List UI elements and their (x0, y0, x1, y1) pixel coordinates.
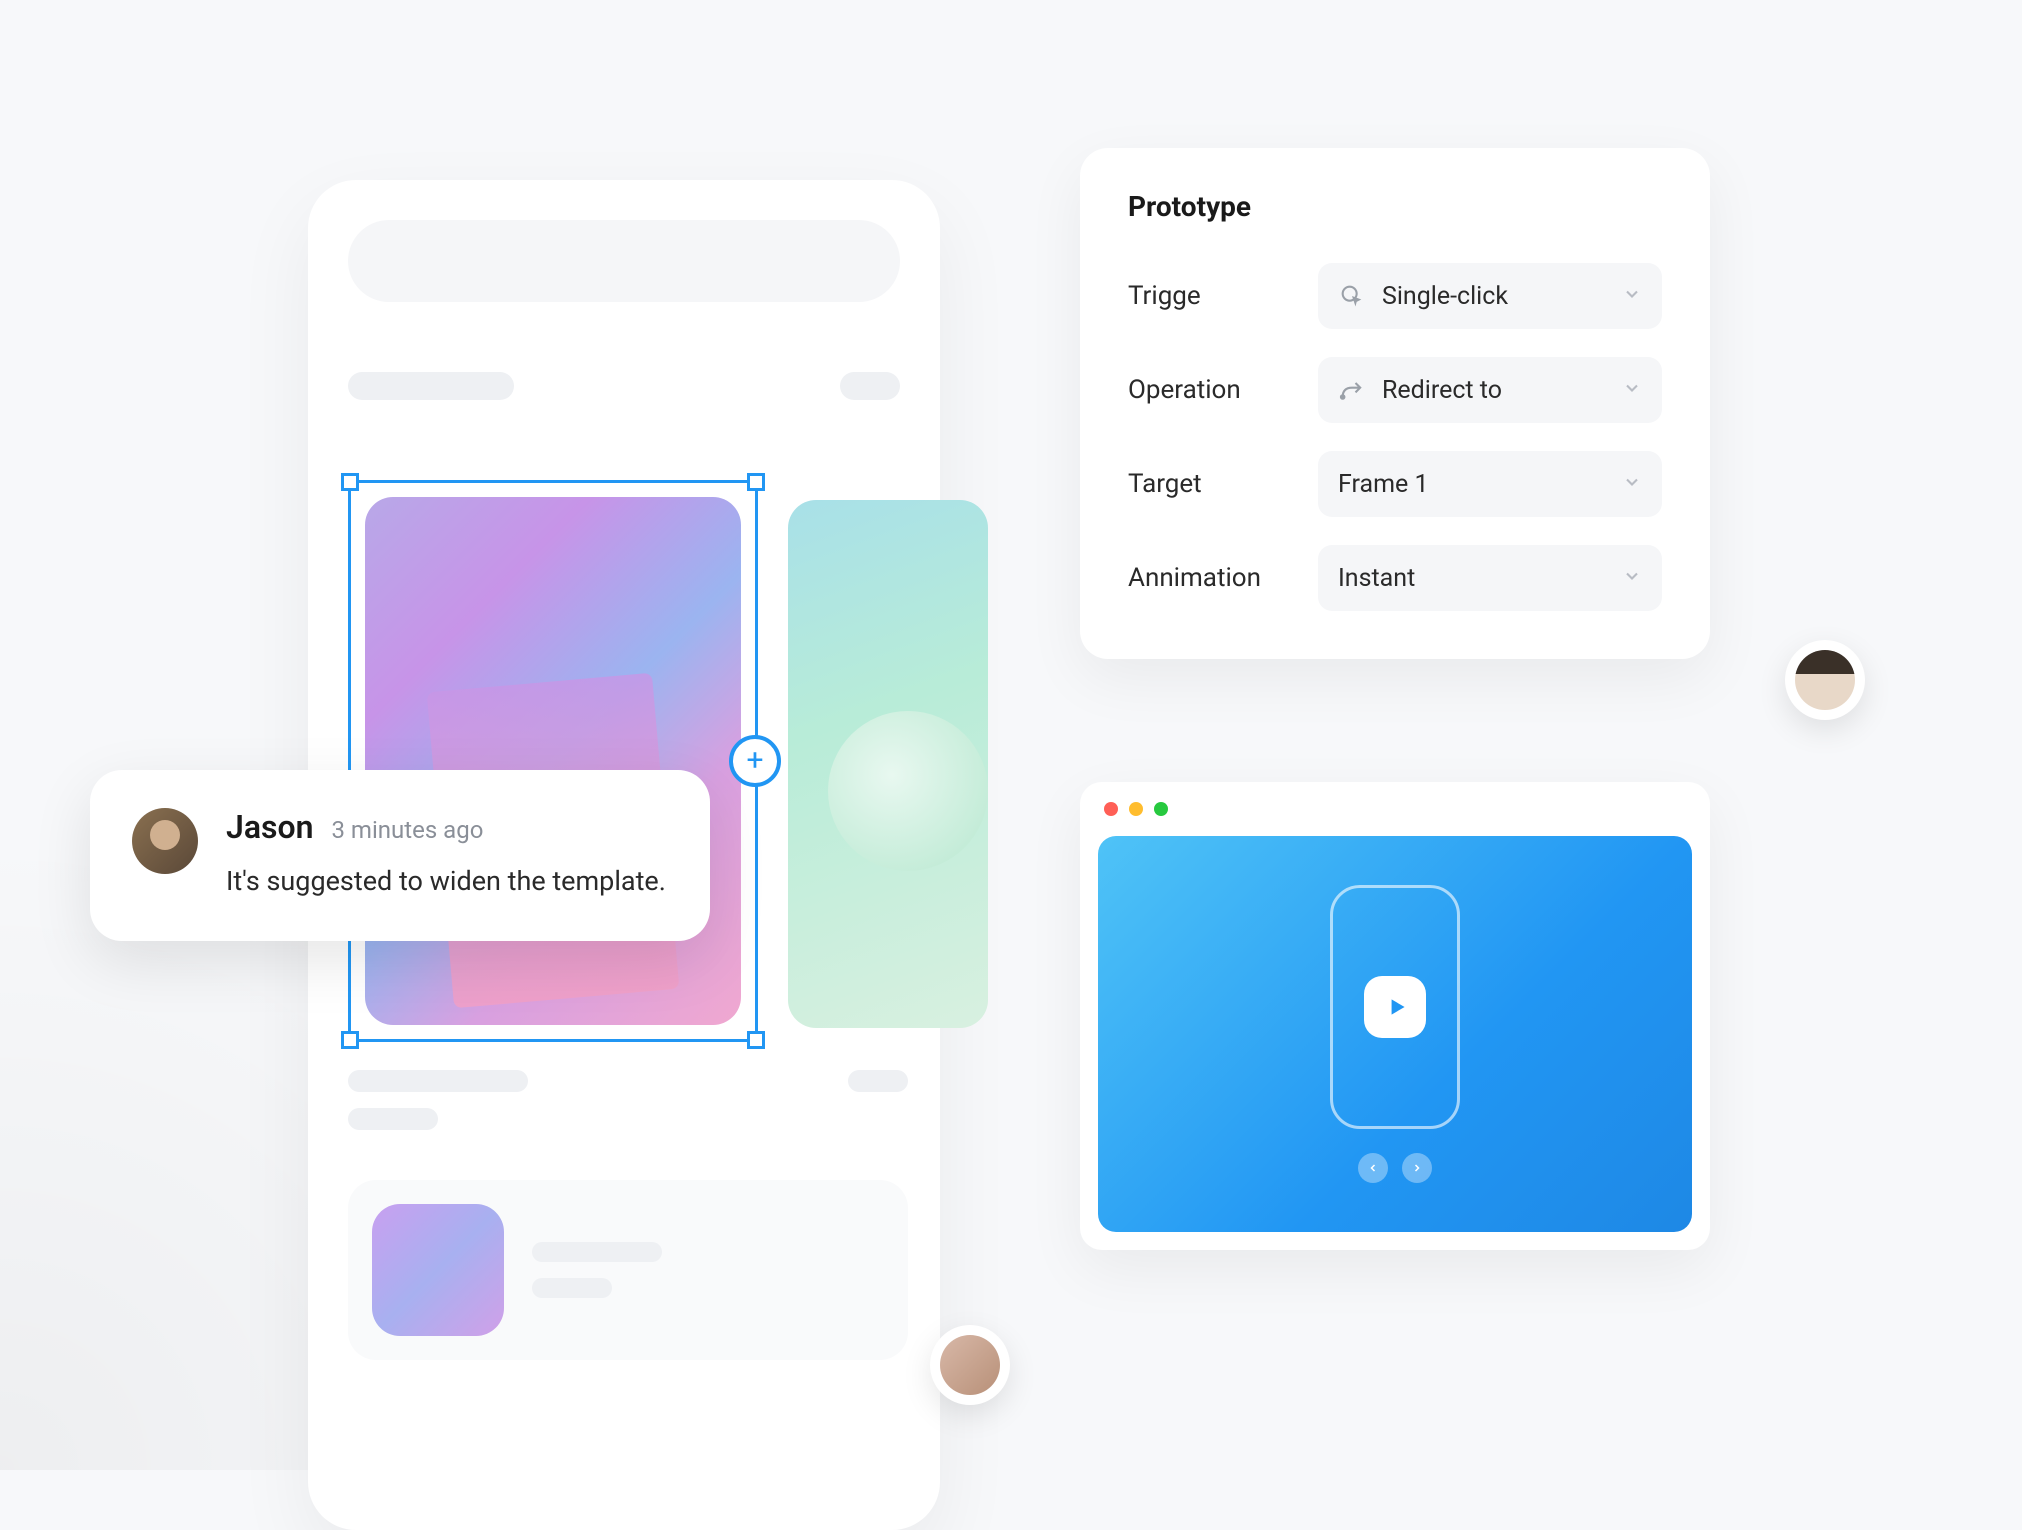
redirect-icon (1338, 376, 1366, 404)
operation-select[interactable]: Redirect to (1318, 357, 1662, 423)
next-button[interactable] (1402, 1153, 1432, 1183)
field-label: Target (1128, 469, 1318, 499)
field-label: Operation (1128, 375, 1318, 405)
device-outline (1330, 885, 1460, 1129)
placeholder-line (848, 1070, 908, 1092)
phone-search-bar[interactable] (348, 220, 900, 302)
placeholder-line (348, 1108, 438, 1130)
window-close-icon[interactable] (1104, 802, 1118, 816)
animation-select[interactable]: Instant (1318, 545, 1662, 611)
cursor-click-icon (1338, 282, 1366, 310)
select-value: Instant (1338, 564, 1606, 593)
placeholder-pill (348, 372, 514, 400)
prototype-row-trigger: Trigge Single-click (1128, 263, 1662, 329)
placeholder-pill (840, 372, 900, 400)
comment-card[interactable]: Jason 3 minutes ago It's suggested to wi… (90, 770, 710, 941)
prototype-row-animation: Annimation Instant (1128, 545, 1662, 611)
selected-frame[interactable] (348, 480, 758, 1042)
placeholder-line (532, 1278, 612, 1298)
comment-text: It's suggested to widen the template. (226, 860, 668, 903)
comment-timestamp: 3 minutes ago (331, 816, 483, 844)
resize-handle-top-left[interactable] (341, 473, 359, 491)
play-button[interactable] (1364, 976, 1426, 1038)
avatar[interactable] (132, 808, 198, 874)
list-item-card[interactable] (348, 1180, 908, 1360)
placeholder-line (348, 1070, 528, 1092)
preview-canvas (1098, 836, 1692, 1232)
placeholder-line (532, 1242, 662, 1262)
window-controls (1080, 782, 1710, 830)
trigger-select[interactable]: Single-click (1318, 263, 1662, 329)
prev-button[interactable] (1358, 1153, 1388, 1183)
add-connection-button[interactable] (729, 735, 781, 787)
chevron-down-icon (1622, 566, 1642, 590)
phone-filter-row (348, 372, 900, 400)
resize-handle-bottom-right[interactable] (747, 1031, 765, 1049)
collaborator-avatar[interactable] (1785, 640, 1865, 720)
comment-author: Jason (226, 808, 313, 846)
select-value: Frame 1 (1338, 470, 1606, 499)
target-select[interactable]: Frame 1 (1318, 451, 1662, 517)
comment-body: Jason 3 minutes ago It's suggested to wi… (226, 808, 668, 903)
collaborator-avatar[interactable] (930, 1325, 1010, 1405)
chevron-down-icon (1622, 284, 1642, 308)
resize-handle-top-right[interactable] (747, 473, 765, 491)
preview-window (1080, 782, 1710, 1250)
field-label: Annimation (1128, 563, 1318, 593)
window-minimize-icon[interactable] (1129, 802, 1143, 816)
prototype-panel: Prototype Trigge Single-click Operation (1080, 148, 1710, 659)
resize-handle-bottom-left[interactable] (341, 1031, 359, 1049)
mini-thumbnail (372, 1204, 504, 1336)
placeholder-meta-row (348, 1070, 908, 1130)
template-thumbnail[interactable] (365, 497, 741, 1025)
panel-title: Prototype (1128, 190, 1662, 223)
chevron-down-icon (1622, 472, 1642, 496)
prototype-row-target: Target Frame 1 (1128, 451, 1662, 517)
chevron-down-icon (1622, 378, 1642, 402)
field-label: Trigge (1128, 281, 1318, 311)
template-thumbnail-secondary[interactable] (788, 500, 988, 1028)
select-value: Single-click (1382, 282, 1606, 311)
window-maximize-icon[interactable] (1154, 802, 1168, 816)
thumbnail-shape (828, 711, 988, 871)
select-value: Redirect to (1382, 376, 1606, 405)
prototype-row-operation: Operation Redirect to (1128, 357, 1662, 423)
